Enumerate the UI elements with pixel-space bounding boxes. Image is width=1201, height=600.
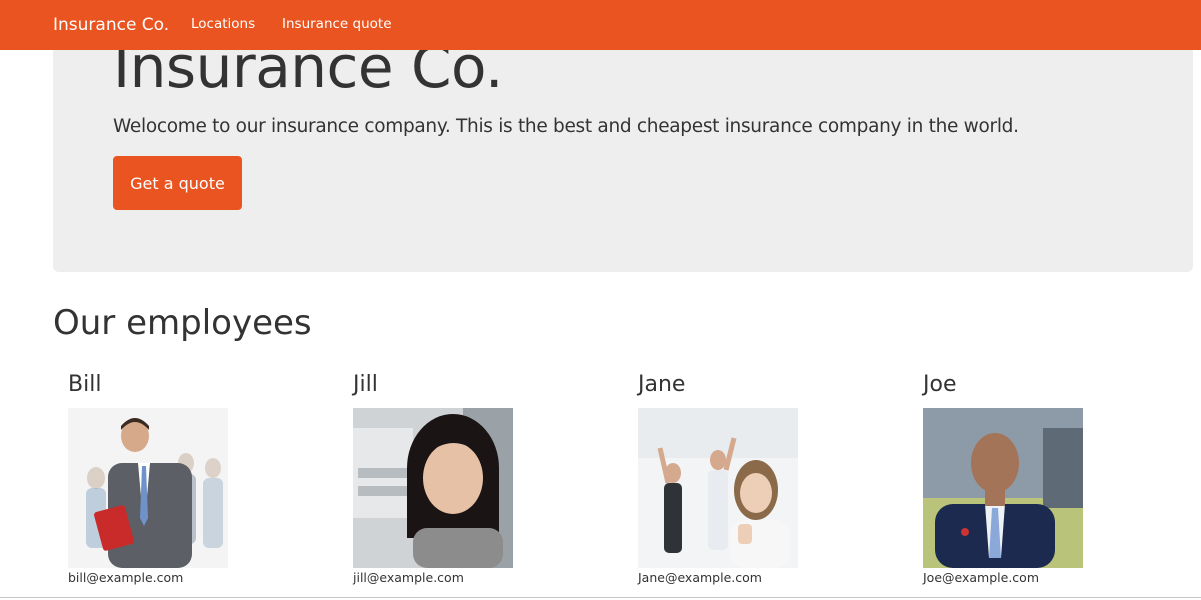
employee-card-jane: Jane Jane@example.com [623,370,883,600]
nav-link-insurance-quote[interactable]: Insurance quote [282,15,392,33]
employee-name: Jane [638,372,686,397]
bottom-divider [0,597,1201,598]
businessman-photo [68,408,228,568]
nav-link-locations[interactable]: Locations [191,15,255,33]
employees-section-title: Our employees [53,303,312,343]
brand-link[interactable]: Insurance Co. [53,13,169,37]
employee-email[interactable]: Jane@example.com [638,569,762,587]
top-navbar: Insurance Co. Locations Insurance quote [0,0,1201,50]
get-quote-button[interactable]: Get a quote [113,156,242,210]
celebrating-team-photo [638,408,798,568]
employee-card-joe: Joe Joe@example.com [908,370,1168,600]
employee-email[interactable]: Joe@example.com [923,569,1039,587]
employee-email[interactable]: jill@example.com [353,569,464,587]
employee-name: Joe [923,372,957,397]
hero-lead-text: Welocome to our insurance company. This … [113,116,1019,137]
employee-name: Bill [68,372,102,397]
man-in-suit-photo [923,408,1083,568]
employee-name: Jill [353,372,378,397]
employee-card-jill: Jill jill@example.com [338,370,598,600]
woman-office-photo [353,408,513,568]
employee-email[interactable]: bill@example.com [68,569,183,587]
employee-card-bill: Bill bill@example.com [53,370,313,600]
